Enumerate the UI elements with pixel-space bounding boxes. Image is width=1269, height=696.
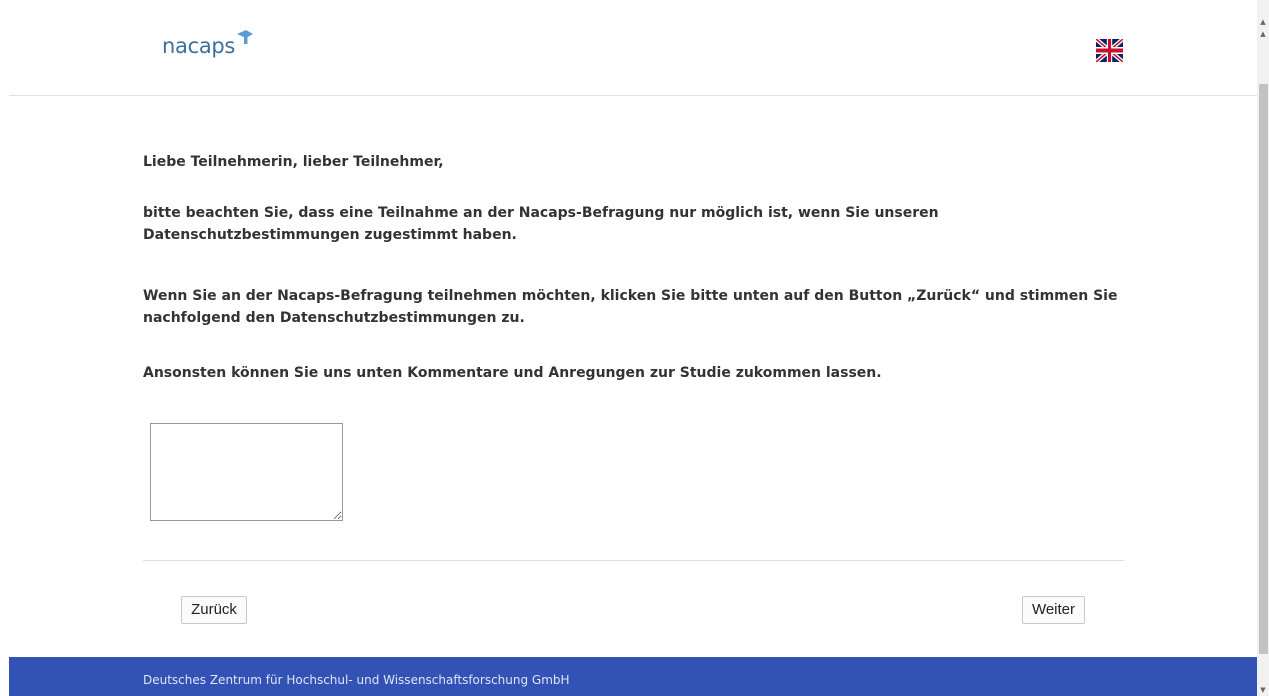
footer-organization-text: Deutsches Zentrum für Hochschul- und Wis… xyxy=(143,673,570,687)
go-back-instruction-text: Wenn Sie an der Nacaps-Befragung teilneh… xyxy=(143,288,1118,326)
scroll-down-arrow-icon[interactable]: ▼ xyxy=(1257,684,1269,696)
page-footer: Deutsches Zentrum für Hochschul- und Wis… xyxy=(9,657,1257,696)
comment-textarea[interactable] xyxy=(150,423,343,521)
page-header: nacaps xyxy=(9,0,1257,96)
vertical-scrollbar[interactable]: ▲ ▲ ▼ xyxy=(1257,0,1269,696)
greeting-text: Liebe Teilnehmerin, lieber Teilnehmer, xyxy=(143,154,444,170)
comments-invitation-text: Ansonsten können Sie uns unten Kommentar… xyxy=(143,365,882,381)
logo-text: nacaps xyxy=(162,34,236,58)
consent-required-text: bitte beachten Sie, dass eine Teilnahme … xyxy=(143,205,939,243)
nacaps-logo[interactable]: nacaps xyxy=(162,30,254,60)
graduation-cap-icon xyxy=(237,30,254,44)
scroll-up-arrow-icon[interactable]: ▲ xyxy=(1257,16,1269,28)
scrollbar-thumb[interactable] xyxy=(1259,84,1268,654)
next-button[interactable]: Weiter xyxy=(1022,596,1085,624)
section-divider xyxy=(143,560,1124,561)
uk-flag-icon[interactable] xyxy=(1096,39,1123,62)
scroll-page-up-arrow-icon[interactable]: ▲ xyxy=(1257,28,1269,40)
back-button[interactable]: Zurück xyxy=(181,596,247,624)
survey-page: nacaps Liebe Teilnehmerin, lieber Teilne… xyxy=(0,0,1257,696)
